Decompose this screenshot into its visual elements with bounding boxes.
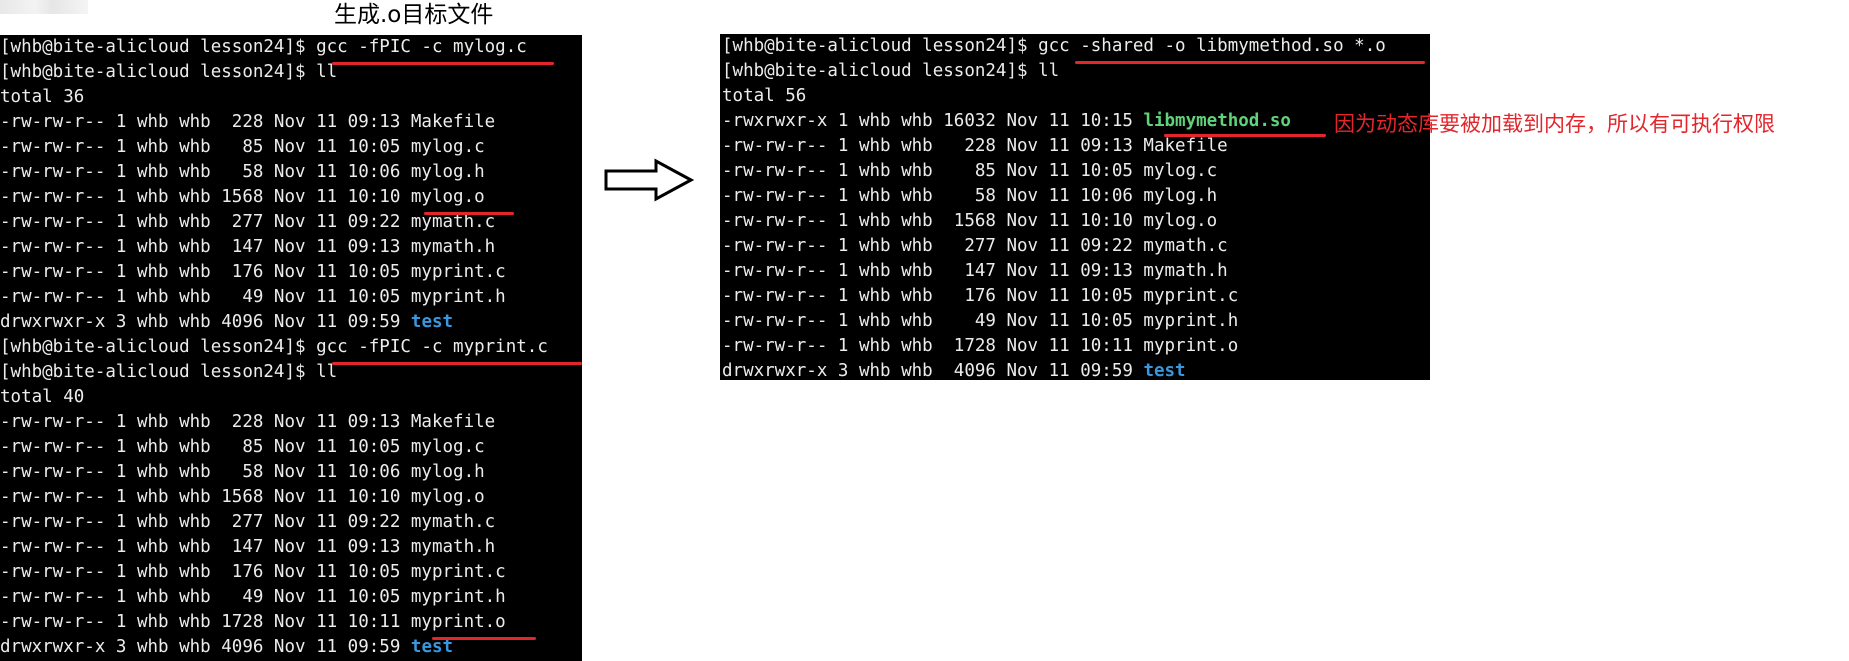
- terminal-line: -rwxrwxr-x 1 whb whb 16032 Nov 11 10:15 …: [722, 109, 1291, 134]
- terminal-line: -rw-rw-r-- 1 whb whb 147 Nov 11 09:13 my…: [722, 261, 1228, 281]
- underline-myprint-o: [432, 637, 536, 640]
- terminal-line: total 56: [722, 86, 807, 106]
- terminal-line: drwxrwxr-x 3 whb whb 4096 Nov 11 09:59 t…: [722, 359, 1186, 384]
- directory-name: test: [410, 312, 454, 332]
- underline-gcc-mylog: [332, 62, 554, 65]
- terminal-line-prefix: -rwxrwxr-x 1 whb whb 16032 Nov 11 10:15: [722, 111, 1144, 131]
- terminal-line: [whb@bite-alicloud lesson24]$ ll: [0, 362, 338, 382]
- terminal-line: -rw-rw-r-- 1 whb whb 49 Nov 11 10:05 myp…: [0, 587, 506, 607]
- terminal-line: -rw-rw-r-- 1 whb whb 58 Nov 11 10:06 myl…: [0, 162, 485, 182]
- terminal-line: drwxrwxr-x 3 whb whb 4096 Nov 11 09:59 t…: [0, 310, 453, 335]
- terminal-line: -rw-rw-r-- 1 whb whb 85 Nov 11 10:05 myl…: [722, 161, 1218, 181]
- terminal-line: -rw-rw-r-- 1 whb whb 85 Nov 11 10:05 myl…: [0, 137, 485, 157]
- terminal-line: -rw-rw-r-- 1 whb whb 85 Nov 11 10:05 myl…: [0, 437, 485, 457]
- blurred-thumbnail: [0, 0, 88, 14]
- terminal-line: drwxrwxr-x 3 whb whb 4096 Nov 11 09:59 t…: [0, 635, 453, 660]
- annotation-executable-permission: 因为动态库要被加载到内存，所以有可执行权限: [1334, 112, 1775, 136]
- terminal-line: -rw-rw-r-- 1 whb whb 147 Nov 11 09:13 my…: [0, 537, 496, 557]
- terminal-line: [whb@bite-alicloud lesson24]$ ll: [0, 62, 338, 82]
- underline-mylog-o: [424, 212, 514, 215]
- terminal-line: -rw-rw-r-- 1 whb whb 176 Nov 11 10:05 my…: [0, 562, 506, 582]
- terminal-line: -rw-rw-r-- 1 whb whb 176 Nov 11 10:05 my…: [0, 262, 506, 282]
- left-terminal: [whb@bite-alicloud lesson24]$ gcc -fPIC …: [0, 35, 582, 661]
- terminal-line: -rw-rw-r-- 1 whb whb 1568 Nov 11 10:10 m…: [0, 187, 485, 207]
- terminal-line: -rw-rw-r-- 1 whb whb 228 Nov 11 09:13 Ma…: [0, 412, 496, 432]
- terminal-line: [whb@bite-alicloud lesson24]$ gcc -share…: [722, 36, 1386, 56]
- terminal-line: -rw-rw-r-- 1 whb whb 58 Nov 11 10:06 myl…: [722, 186, 1218, 206]
- underline-gcc-myprint: [332, 362, 582, 365]
- terminal-line-prefix: drwxrwxr-x 3 whb whb 4096 Nov 11 09:59: [722, 361, 1144, 381]
- terminal-line: [whb@bite-alicloud lesson24]$ gcc -fPIC …: [0, 337, 548, 357]
- underline-gcc-shared: [1075, 61, 1425, 64]
- directory-name: test: [1143, 361, 1186, 381]
- terminal-line: -rw-rw-r-- 1 whb whb 228 Nov 11 09:13 Ma…: [722, 136, 1228, 156]
- underline-libmymethod: [1164, 134, 1326, 137]
- terminal-line: total 36: [0, 87, 85, 107]
- terminal-line-prefix: drwxrwxr-x 3 whb whb 4096 Nov 11 09:59: [0, 312, 411, 332]
- terminal-line: -rw-rw-r-- 1 whb whb 228 Nov 11 09:13 Ma…: [0, 112, 496, 132]
- terminal-line: -rw-rw-r-- 1 whb whb 49 Nov 11 10:05 myp…: [0, 287, 506, 307]
- terminal-line: -rw-rw-r-- 1 whb whb 176 Nov 11 10:05 my…: [722, 286, 1239, 306]
- terminal-line: -rw-rw-r-- 1 whb whb 277 Nov 11 09:22 my…: [0, 512, 496, 532]
- terminal-line: -rw-rw-r-- 1 whb whb 1728 Nov 11 10:11 m…: [0, 612, 506, 632]
- terminal-line: -rw-rw-r-- 1 whb whb 147 Nov 11 09:13 my…: [0, 237, 496, 257]
- right-terminal: [whb@bite-alicloud lesson24]$ gcc -share…: [720, 34, 1430, 381]
- terminal-line-prefix: drwxrwxr-x 3 whb whb 4096 Nov 11 09:59: [0, 637, 411, 657]
- right-arrow-icon: [604, 158, 694, 202]
- terminal-line: -rw-rw-r-- 1 whb whb 1728 Nov 11 10:11 m…: [722, 336, 1239, 356]
- terminal-line: [whb@bite-alicloud lesson24]$ ll: [722, 61, 1060, 81]
- terminal-line: -rw-rw-r-- 1 whb whb 1568 Nov 11 10:10 m…: [0, 487, 485, 507]
- library-name: libmymethod.so: [1143, 111, 1291, 131]
- terminal-line: [whb@bite-alicloud lesson24]$ gcc -fPIC …: [0, 37, 527, 57]
- terminal-line: -rw-rw-r-- 1 whb whb 1568 Nov 11 10:10 m…: [722, 211, 1218, 231]
- terminal-line: -rw-rw-r-- 1 whb whb 49 Nov 11 10:05 myp…: [722, 311, 1239, 331]
- terminal-line: -rw-rw-r-- 1 whb whb 277 Nov 11 09:22 my…: [722, 236, 1228, 256]
- directory-name: test: [410, 637, 454, 657]
- terminal-line: -rw-rw-r-- 1 whb whb 58 Nov 11 10:06 myl…: [0, 462, 485, 482]
- caption-generate-object-files: 生成.o目标文件: [334, 2, 494, 28]
- terminal-line: total 40: [0, 387, 85, 407]
- terminal-line: -rw-rw-r-- 1 whb whb 277 Nov 11 09:22 my…: [0, 212, 496, 232]
